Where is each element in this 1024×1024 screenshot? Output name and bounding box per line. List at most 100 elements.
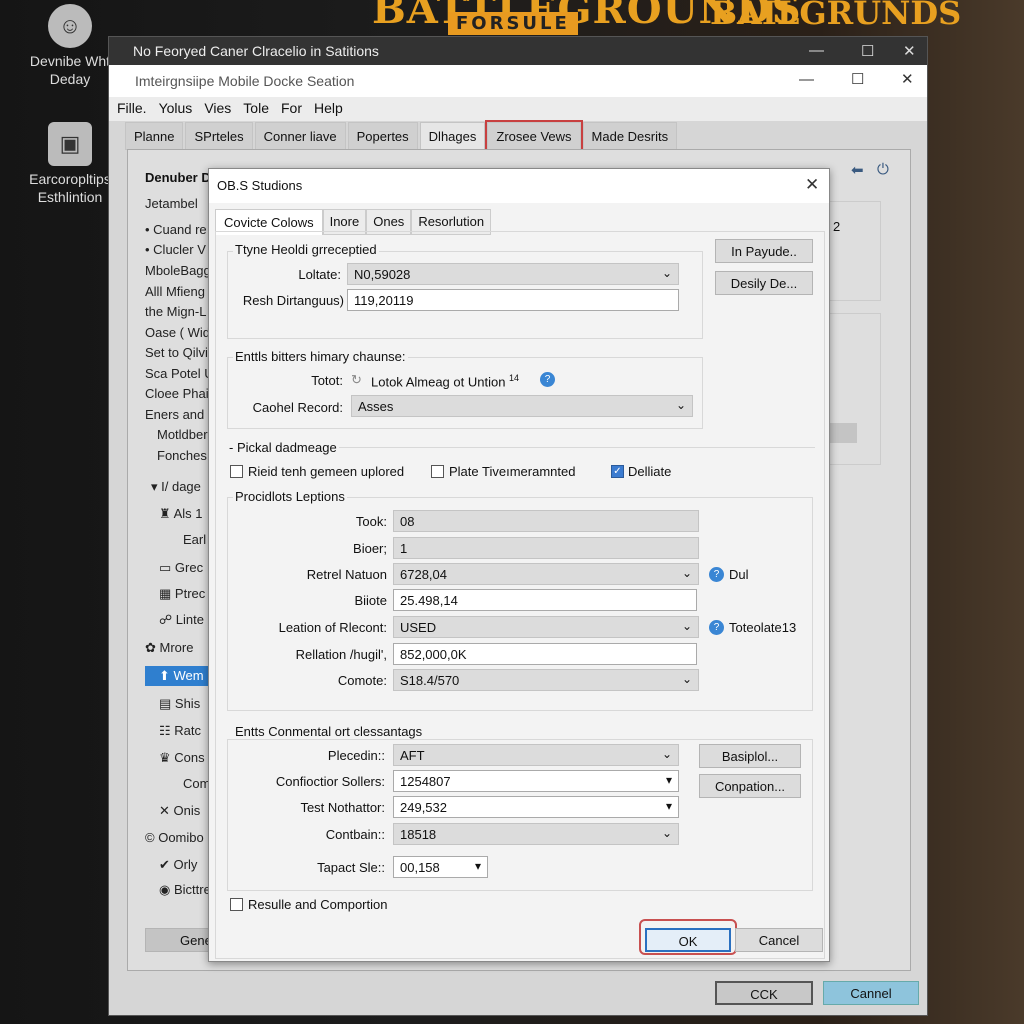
- record-select[interactable]: Asses ⌄: [351, 395, 693, 417]
- field-combo[interactable]: 249,532 ▾: [393, 796, 679, 818]
- menu-help[interactable]: Help: [314, 100, 343, 116]
- folder-icon: ▣: [48, 122, 92, 166]
- field-label: Confioctior Sollers:: [275, 774, 385, 789]
- sidebar-item[interactable]: • Cuand re: [145, 222, 210, 237]
- sidebar-item[interactable]: the Mign-L: [145, 304, 210, 319]
- maximize-icon[interactable]: ☐: [851, 70, 864, 88]
- sidebar-item[interactable]: ▭ Grec: [145, 560, 210, 576]
- field-select[interactable]: 18518 ⌄: [393, 823, 679, 845]
- tab-popertes[interactable]: Popertes: [347, 122, 418, 150]
- sidebar-item[interactable]: Sca Potel U: [145, 366, 210, 381]
- field-combo[interactable]: 00,158 ▾: [393, 856, 488, 878]
- desktop-icon[interactable]: ☺ Devnibe Wht Deday: [20, 4, 120, 88]
- menu-tole[interactable]: Tole: [243, 100, 269, 116]
- sidebar-item[interactable]: ⬆ Wem: [145, 666, 210, 686]
- in-payude-button[interactable]: In Payude..: [715, 239, 813, 263]
- total-label: Totot:: [311, 373, 343, 388]
- minimize-icon[interactable]: —: [799, 71, 814, 88]
- checkbox-resulle[interactable]: [230, 898, 243, 911]
- tab-planne[interactable]: Planne: [125, 122, 184, 150]
- resh-input[interactable]: 119,20119: [347, 289, 679, 311]
- dialog-close-icon[interactable]: ✕: [805, 175, 819, 195]
- sidebar-item[interactable]: MboleBagg: [145, 263, 210, 278]
- field-combo[interactable]: 1254807 ▾: [393, 770, 679, 792]
- cck-button[interactable]: CCK: [715, 981, 813, 1005]
- conpation-button[interactable]: Conpation...: [699, 774, 801, 798]
- sidebar-item[interactable]: ♛ Cons: [145, 750, 210, 766]
- menu-file[interactable]: Fille.: [117, 100, 147, 116]
- sidebar-item[interactable]: ☷ Ratc: [145, 723, 210, 739]
- checkbox-delliate[interactable]: ✓: [611, 465, 624, 478]
- power-icon[interactable]: ⏻: [877, 161, 889, 178]
- sidebar-item[interactable]: © Oomibo: [145, 830, 210, 845]
- tab-sprteles[interactable]: SPrteles: [185, 122, 253, 150]
- field-select[interactable]: USED ⌄: [393, 616, 699, 638]
- trophy-icon: ♛: [159, 750, 175, 765]
- cannel-button[interactable]: Cannel: [823, 981, 919, 1005]
- sidebar-item[interactable]: ♜ Als 1: [145, 506, 210, 522]
- check-label: Rieid tenh gemeen uplored: [248, 464, 405, 479]
- loltate-select[interactable]: N0,59028 ⌄: [347, 263, 679, 285]
- link-icon: ☍: [159, 612, 176, 627]
- sidebar-item[interactable]: ✔ Orly: [145, 857, 210, 873]
- record-label: Caohel Record:: [252, 400, 343, 415]
- tab-dlhages[interactable]: Dlhages: [419, 122, 486, 150]
- tab-conner-liave[interactable]: Conner liave: [254, 122, 346, 150]
- sidebar-item[interactable]: ✕ Onis: [145, 803, 210, 819]
- sidebar-item[interactable]: ▦ Ptrec: [145, 586, 210, 602]
- sidebar-bottom-button[interactable]: Gene: [145, 928, 212, 952]
- help-icon[interactable]: ?: [540, 372, 555, 387]
- checkbox-plate[interactable]: [431, 465, 444, 478]
- minimize-icon[interactable]: —: [809, 42, 824, 59]
- close-icon[interactable]: ✕: [903, 42, 916, 60]
- back-arrow-icon[interactable]: ⬅: [851, 161, 864, 179]
- close-icon[interactable]: ✕: [901, 70, 914, 88]
- field-select[interactable]: S18.4/570 ⌄: [393, 669, 699, 691]
- menu-vies[interactable]: Vies: [204, 100, 231, 116]
- sidebar-item[interactable]: ☍ Linte: [145, 612, 210, 628]
- sidebar-item[interactable]: ▤ Shis: [145, 696, 210, 712]
- checkbox-rieid[interactable]: [230, 465, 243, 478]
- dialog-title-bar: OB.S Studions: [209, 169, 829, 203]
- field-text[interactable]: 852,000,0K: [393, 643, 697, 665]
- sidebar-item[interactable]: Set to Qilvi: [145, 345, 210, 360]
- refresh-icon: ↻: [351, 372, 362, 387]
- right-button[interactable]: [829, 423, 857, 443]
- sidebar-item[interactable]: Eners and I: [145, 407, 210, 422]
- sidebar-item[interactable]: Motldber: [145, 427, 210, 442]
- field-text[interactable]: 25.498,14: [393, 589, 697, 611]
- chevron-down-icon: ▾: [665, 799, 672, 813]
- chevron-down-icon: ⌄: [661, 266, 672, 280]
- tab-zrosee-vews[interactable]: Zrosee Vews: [485, 120, 583, 152]
- help-icon[interactable]: ?: [709, 620, 724, 635]
- sidebar-item[interactable]: Oase ( Wid: [145, 325, 210, 340]
- sidebar-item[interactable]: Com: [145, 776, 210, 791]
- rating-icon: ☷: [159, 723, 175, 738]
- desktop-icon[interactable]: ▣ Earcoropltips Esthlintion: [20, 122, 120, 206]
- copyright-icon: ©: [145, 830, 159, 845]
- sidebar-item[interactable]: ◉ Bicttre: [145, 882, 210, 898]
- cancel-button[interactable]: Cancel: [735, 928, 823, 952]
- sidebar-item[interactable]: • Clucler V: [145, 242, 210, 257]
- desily-button[interactable]: Desily De...: [715, 271, 813, 295]
- field-label: Test Nothattor:: [300, 800, 385, 815]
- help-icon[interactable]: ?: [709, 567, 724, 582]
- field-label: Contbain::: [325, 827, 385, 842]
- ok-button[interactable]: OK: [645, 928, 731, 952]
- field-readonly: 1: [393, 537, 699, 559]
- menu-yolus[interactable]: Yolus: [159, 100, 193, 116]
- sidebar-item[interactable]: ▾ I/ dage: [145, 479, 210, 495]
- sidebar-item[interactable]: ✿ Mrore: [145, 640, 210, 656]
- sidebar-item[interactable]: Fonches d: [145, 448, 210, 463]
- sidebar-item[interactable]: Earl: [145, 532, 210, 547]
- sidebar-item[interactable]: Cloee Phain: [145, 386, 210, 401]
- group1-title: Ttyne Heoldi grreceptied: [233, 242, 379, 257]
- maximize-icon[interactable]: ☐: [861, 42, 874, 60]
- tab-made-desrits[interactable]: Made Desrits: [582, 122, 678, 150]
- basiplol-button[interactable]: Basiplol...: [699, 744, 801, 768]
- field-select[interactable]: 6728,04 ⌄: [393, 563, 699, 585]
- sidebar-item[interactable]: Jetambel: [145, 196, 210, 211]
- field-select[interactable]: AFT ⌄: [393, 744, 679, 766]
- menu-for[interactable]: For: [281, 100, 302, 116]
- sidebar-item[interactable]: Alll Mfieng: [145, 284, 210, 299]
